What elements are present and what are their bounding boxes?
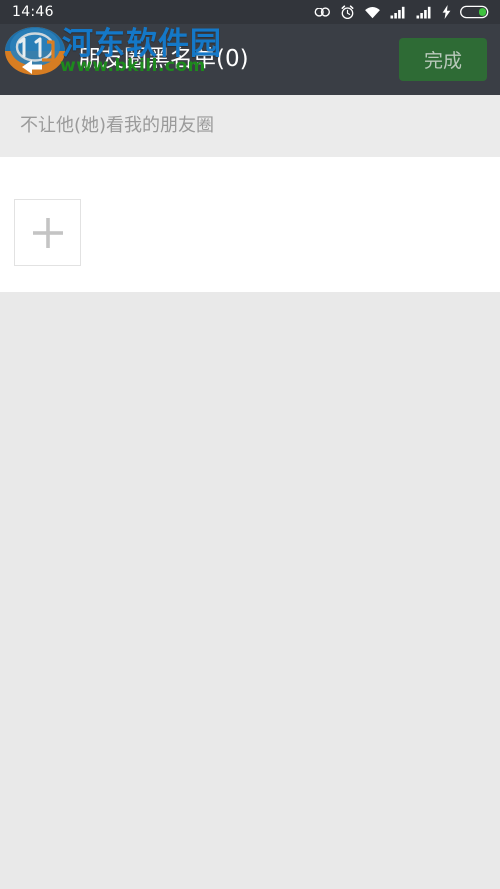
signal-sim1-icon [390, 6, 405, 18]
wifi-icon [365, 6, 380, 18]
add-contact-button[interactable] [14, 199, 81, 266]
page-title: 朋友圈黑名单(0) [78, 46, 249, 72]
status-bar-clock: 14:46 [12, 4, 54, 20]
back-button[interactable] [14, 42, 52, 80]
status-bar: 14:46 [0, 0, 500, 24]
section-header: 不让他(她)看我的朋友圈 [0, 95, 500, 157]
charging-bolt-icon [442, 5, 451, 19]
empty-content-area [0, 292, 500, 889]
plus-icon [32, 217, 63, 248]
app-screen: 14:46 朋友圈黑名单(0) 完成 河东软件园 www.bkill.com 不… [0, 0, 500, 889]
title-bar: 朋友圈黑名单(0) 完成 [0, 24, 500, 95]
section-header-label: 不让他(她)看我的朋友圈 [20, 115, 215, 136]
signal-sim2-icon [416, 6, 431, 18]
done-button[interactable]: 完成 [399, 38, 487, 81]
alarm-clock-icon [341, 4, 354, 19]
status-bar-icon-group [314, 4, 490, 20]
sync-icon [314, 5, 330, 17]
battery-icon [460, 5, 489, 19]
back-arrow-icon [24, 48, 40, 74]
blacklist-panel [0, 157, 500, 292]
